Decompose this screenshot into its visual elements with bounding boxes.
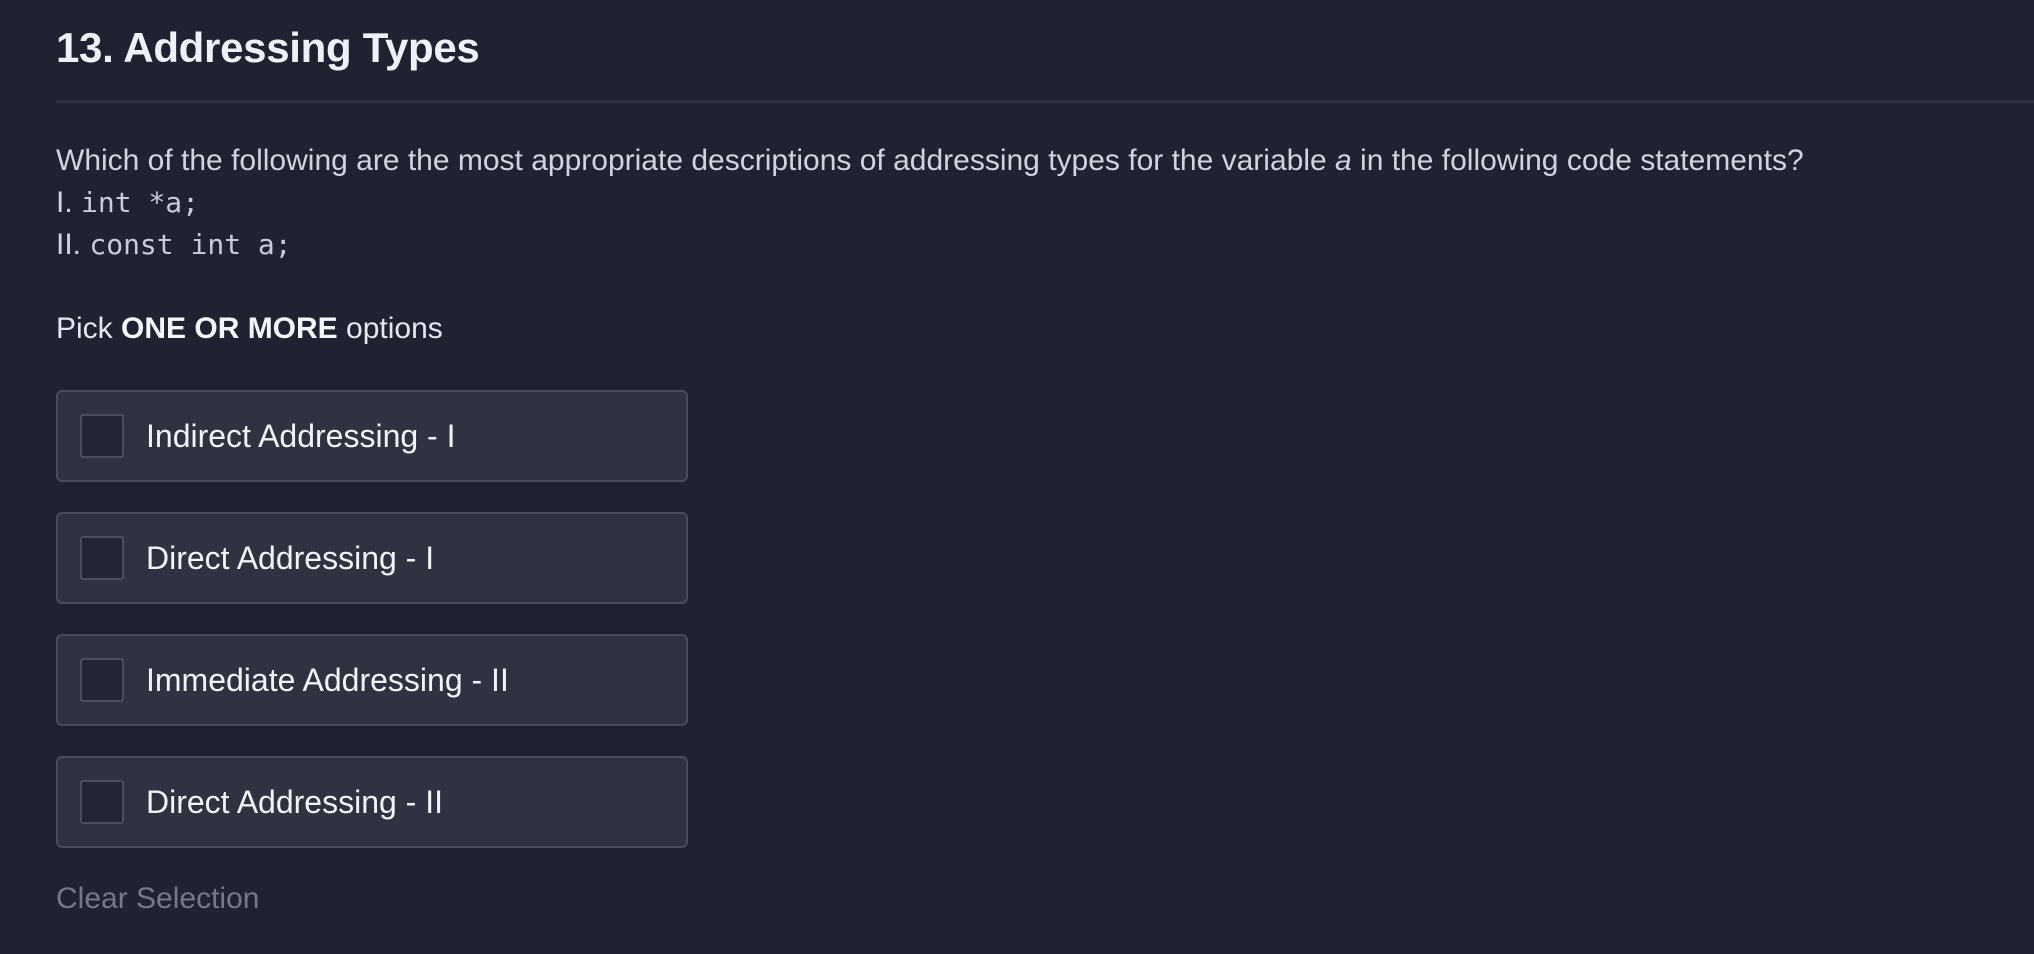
statement-i: I. int *a; [56,182,1986,224]
answer-options: Indirect Addressing - I Direct Addressin… [56,390,688,878]
instruction-prefix: Pick [56,312,122,345]
option-checkbox[interactable] [80,536,124,580]
question-prompt-end: in the following code statements? [1351,144,1804,177]
option-checkbox[interactable] [80,414,124,458]
question-page: 13. Addressing Types Which of the follow… [0,0,2034,954]
statement-i-code: int *a; [81,186,200,219]
option-indirect-addressing-i[interactable]: Indirect Addressing - I [56,390,688,482]
option-checkbox[interactable] [80,780,124,824]
question-variable: a [1335,144,1352,177]
option-label: Immediate Addressing - II [146,662,509,698]
instruction-suffix: options [337,312,443,345]
statement-ii: II. const int a; [56,224,1986,266]
title-section: 13. Addressing Types [56,20,2034,103]
question-text: Which of the following are the most appr… [56,140,1986,266]
option-checkbox[interactable] [80,658,124,702]
statement-ii-code: const int a; [89,228,292,261]
option-label: Direct Addressing - II [146,784,443,820]
selection-instruction: Pick ONE OR MORE options [56,308,443,350]
option-label: Indirect Addressing - I [146,418,456,454]
instruction-emphasis: ONE OR MORE [121,312,338,345]
option-direct-addressing-i[interactable]: Direct Addressing - I [56,512,688,604]
statement-ii-label: II. [56,228,82,261]
clear-selection-button[interactable]: Clear Selection [56,878,259,920]
page-title: 13. Addressing Types [56,24,480,71]
question-prompt-start: Which of the following are the most appr… [56,144,1336,177]
question-prompt: Which of the following are the most appr… [56,140,1986,182]
option-immediate-addressing-ii[interactable]: Immediate Addressing - II [56,634,688,726]
option-label: Direct Addressing - I [146,540,435,576]
statement-i-label: I. [56,186,73,219]
option-direct-addressing-ii[interactable]: Direct Addressing - II [56,756,688,848]
